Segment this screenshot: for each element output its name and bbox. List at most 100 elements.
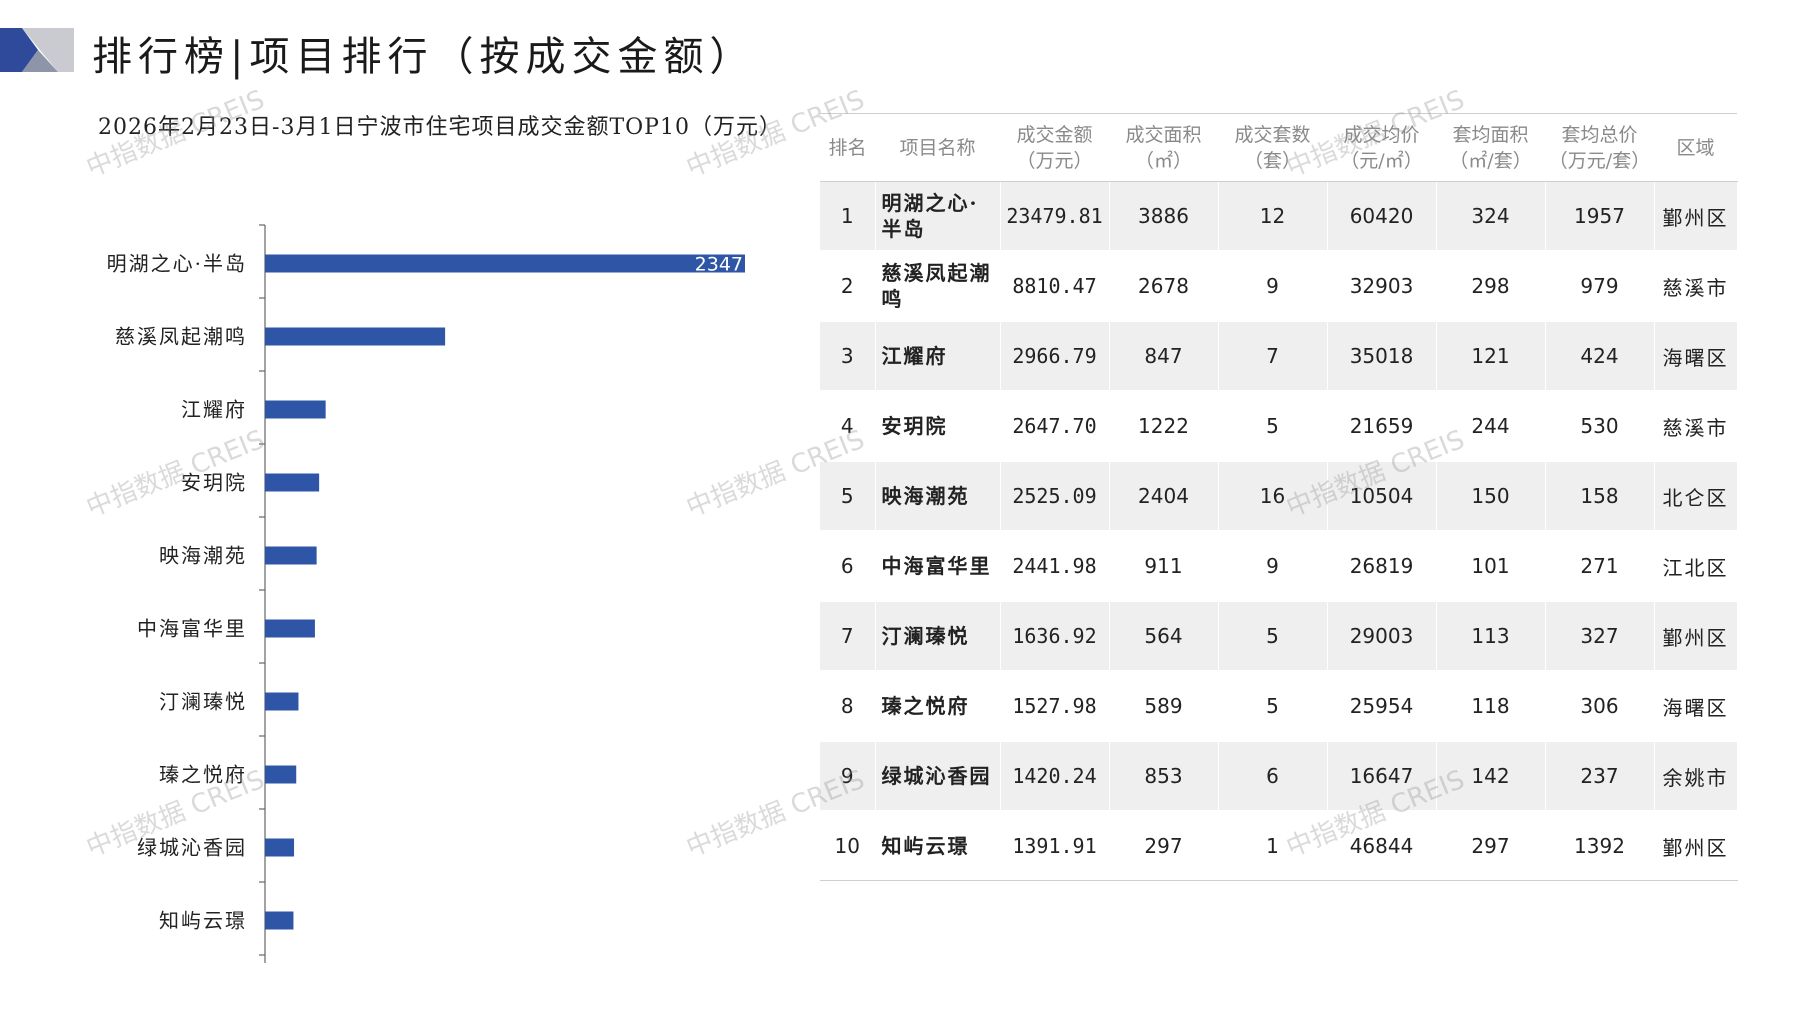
cell-area: 853 — [1109, 741, 1219, 812]
cell-area: 3886 — [1109, 181, 1219, 252]
cell-area: 589 — [1109, 671, 1219, 742]
category-label: 瑧之悦府 — [159, 763, 247, 787]
table-row: 2 慈溪凤起潮鸣 8810.47 2678 9 32903 298 979 慈溪市 — [820, 251, 1738, 322]
column-header: 套均面积 （㎡/套） — [1436, 113, 1545, 182]
cell-avg-area: 101 — [1436, 531, 1546, 602]
column-header: 成交面积 （㎡） — [1109, 113, 1218, 182]
table-row: 1 明湖之心·半岛 23479.81 3886 12 60420 324 1957 鄞州区 — [820, 181, 1738, 252]
cell-units: 5 — [1218, 601, 1328, 672]
chart-title: 2026年2月23日-3月1日宁波市住宅项目成交金额TOP10（万元） — [98, 115, 782, 140]
cell-amount: 8810.47 — [1000, 251, 1110, 322]
cell-avg-total: 1957 — [1545, 181, 1655, 252]
column-header-text: 套均总价 — [1561, 123, 1638, 146]
cell-avg-price: 21659 — [1327, 391, 1437, 462]
table-row: 5 映海潮苑 2525.09 2404 16 10504 150 158 北仑区 — [820, 461, 1738, 532]
bar — [265, 254, 745, 273]
category-label: 汀澜瑧悦 — [159, 690, 247, 714]
column-header-text: 成交金额 — [1016, 123, 1093, 146]
cell-area: 847 — [1109, 321, 1219, 392]
cell-region: 鄞州区 — [1654, 811, 1738, 881]
cell-avg-total: 306 — [1545, 671, 1655, 742]
cell-avg-price: 32903 — [1327, 251, 1437, 322]
column-header: 成交均价 （元/㎡） — [1327, 113, 1436, 182]
column-header: 项目名称 — [875, 113, 1000, 182]
cell-units: 16 — [1218, 461, 1328, 532]
cell-avg-price: 26819 — [1327, 531, 1437, 602]
cell-region: 慈溪市 — [1654, 391, 1738, 462]
cell-name: 安玥院 — [875, 391, 1001, 462]
cell-amount: 1420.24 — [1000, 741, 1110, 812]
cell-rank: 1 — [820, 181, 876, 252]
cell-avg-area: 142 — [1436, 741, 1546, 812]
table-header-row: 排名 项目名称 成交金额 （万元） 成交面积 （㎡） 成交套数 （套） 成交均价 （元/㎡） 套均面… — [820, 113, 1737, 182]
cell-rank: 6 — [820, 531, 876, 602]
cell-area: 297 — [1109, 811, 1219, 881]
bar — [265, 838, 295, 857]
bar-chart: 明湖之心·半岛 2347 慈溪凤起潮鸣江耀府安玥院映海潮苑中海富华里汀澜瑧悦瑧之悦府… — [107, 224, 745, 963]
bar — [265, 911, 294, 930]
column-header: 成交金额 （万元） — [1000, 113, 1109, 182]
cell-region: 余姚市 — [1654, 741, 1738, 812]
cell-name: 映海潮苑 — [875, 461, 1001, 532]
table-row: 7 汀澜瑧悦 1636.92 564 5 29003 113 327 鄞州区 — [820, 601, 1738, 672]
column-header-text: （万元/套） — [1548, 149, 1651, 172]
column-header-text: 套均面积 — [1452, 123, 1529, 146]
category-label: 江耀府 — [181, 398, 247, 422]
cell-rank: 7 — [820, 601, 876, 672]
cell-area: 1222 — [1109, 391, 1219, 462]
cell-avg-price: 46844 — [1327, 811, 1437, 881]
cell-units: 1 — [1218, 811, 1328, 881]
bar — [265, 400, 326, 419]
cell-avg-total: 158 — [1545, 461, 1655, 532]
cell-amount: 2647.70 — [1000, 391, 1110, 462]
cell-region: 海曙区 — [1654, 671, 1738, 742]
category-label: 绿城沁香园 — [137, 836, 247, 860]
column-header-text: 项目名称 — [899, 136, 976, 159]
cell-name: 慈溪凤起潮鸣 — [875, 251, 1001, 322]
bar — [265, 692, 299, 711]
cell-name: 知屿云璟 — [875, 811, 1001, 881]
category-label: 明湖之心·半岛 — [107, 252, 247, 276]
category-label: 中海富华里 — [137, 617, 247, 641]
cell-region: 鄞州区 — [1654, 601, 1738, 672]
cell-rank: 9 — [820, 741, 876, 812]
cell-name: 汀澜瑧悦 — [875, 601, 1001, 672]
bar — [265, 765, 297, 784]
cell-avg-area: 298 — [1436, 251, 1546, 322]
table-row: 8 瑧之悦府 1527.98 589 5 25954 118 306 海曙区 — [820, 671, 1738, 742]
bar — [265, 327, 446, 346]
column-header: 排名 — [820, 113, 875, 182]
cell-units: 9 — [1218, 251, 1328, 322]
cell-amount: 23479.81 — [1000, 181, 1110, 252]
cell-rank: 3 — [820, 321, 876, 392]
cell-avg-area: 244 — [1436, 391, 1546, 462]
cell-rank: 2 — [820, 251, 876, 322]
table-body: 1 明湖之心·半岛 23479.81 3886 12 60420 324 1957 鄞州区 2 慈溪… — [820, 181, 1738, 881]
cell-area: 2678 — [1109, 251, 1219, 322]
column-header-text: 排名 — [828, 136, 867, 159]
cell-region: 江北区 — [1654, 531, 1738, 602]
category-label: 安玥院 — [181, 471, 247, 495]
cell-avg-total: 1392 — [1545, 811, 1655, 881]
cell-avg-price: 60420 — [1327, 181, 1437, 252]
cell-units: 5 — [1218, 391, 1328, 462]
table-row: 6 中海富华里 2441.98 911 9 26819 101 271 江北区 — [820, 531, 1738, 602]
column-header: 成交套数 （套） — [1218, 113, 1327, 182]
cell-avg-area: 118 — [1436, 671, 1546, 742]
table-row: 3 江耀府 2966.79 847 7 35018 121 424 海曙区 — [820, 321, 1738, 392]
cell-rank: 8 — [820, 671, 876, 742]
column-header-text: （套） — [1243, 149, 1301, 172]
table-row: 10 知屿云璟 1391.91 297 1 46844 297 1392 鄞州区 — [820, 811, 1738, 881]
cell-amount: 2525.09 — [1000, 461, 1110, 532]
cell-rank: 4 — [820, 391, 876, 462]
cell-name: 瑧之悦府 — [875, 671, 1001, 742]
ranking-table: 排名 项目名称 成交金额 （万元） 成交面积 （㎡） 成交套数 （套） 成交均价 （元/㎡） 套均面… — [820, 113, 1738, 881]
bar — [265, 546, 317, 565]
cell-units: 6 — [1218, 741, 1328, 812]
category-label: 映海潮苑 — [159, 544, 247, 568]
column-header-text: 成交均价 — [1343, 123, 1420, 146]
table-row: 9 绿城沁香园 1420.24 853 6 16647 142 237 余姚市 — [820, 741, 1738, 812]
cell-avg-total: 424 — [1545, 321, 1655, 392]
cell-name: 明湖之心·半岛 — [875, 181, 1001, 252]
cell-amount: 1636.92 — [1000, 601, 1110, 672]
